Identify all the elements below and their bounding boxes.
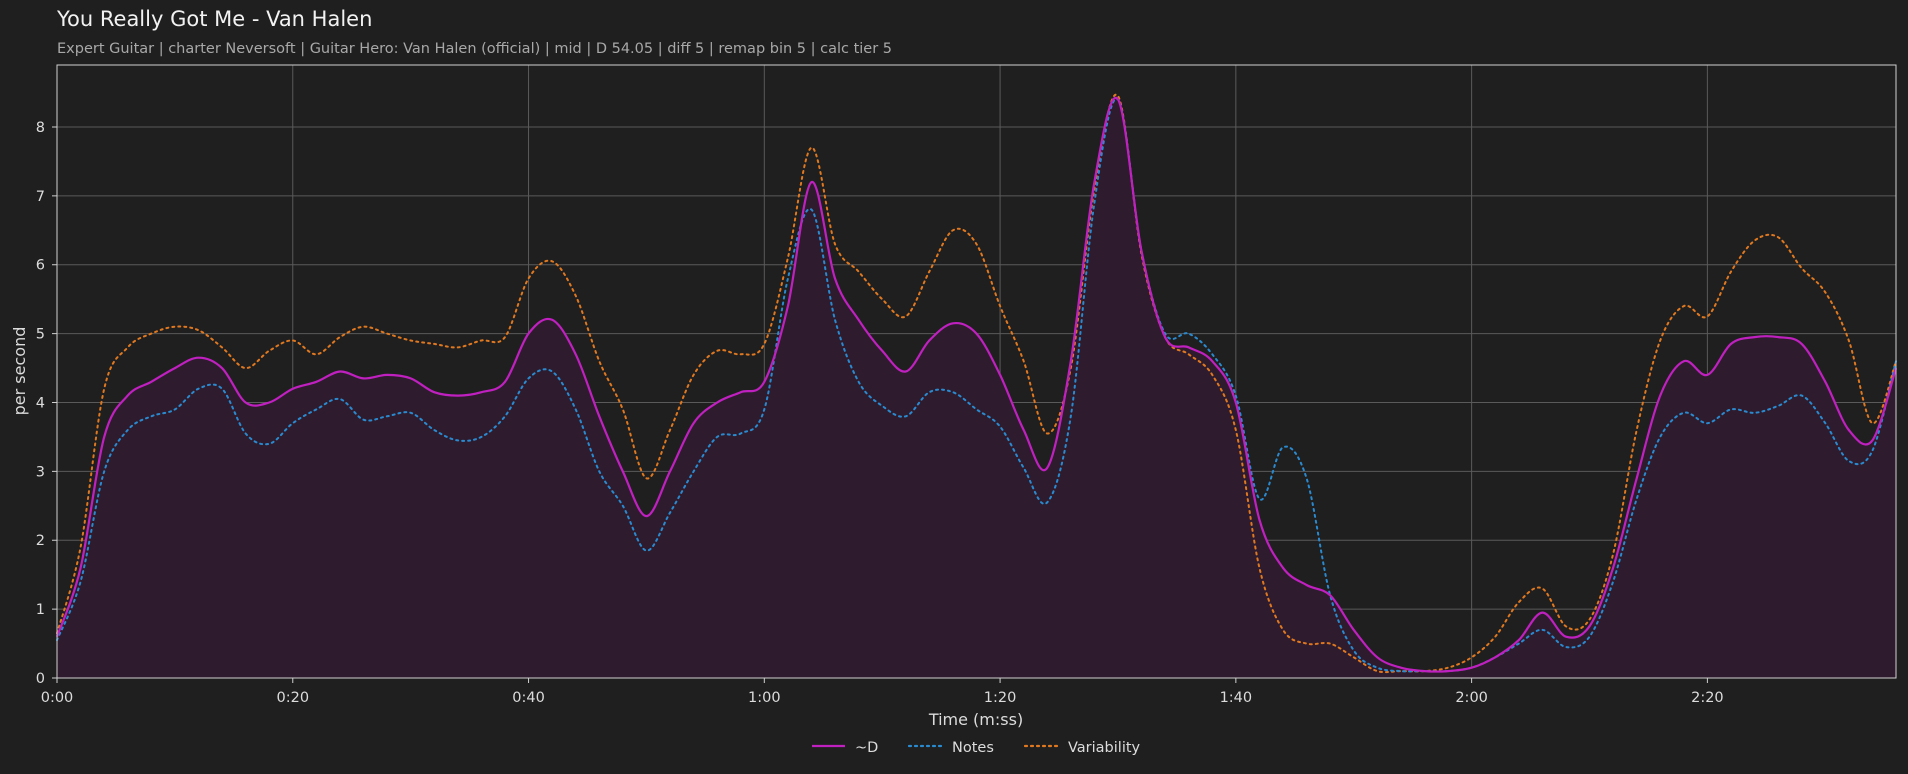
y-tick-label: 8 xyxy=(36,120,45,136)
x-tick-label: 0:40 xyxy=(512,690,545,706)
y-tick-label: 5 xyxy=(36,327,45,343)
y-tick-label: 1 xyxy=(36,602,45,618)
y-tick-label: 4 xyxy=(36,395,45,411)
y-axis-label: per second xyxy=(10,327,29,416)
x-tick-label: 0:20 xyxy=(276,690,309,706)
y-tick-label: 7 xyxy=(36,189,45,205)
x-axis-label: Time (m:ss) xyxy=(928,710,1023,729)
x-tick-label: 2:00 xyxy=(1455,690,1488,706)
line-chart: 0:00 0:20 0:40 1:00 1:20 1:40 2:00 2:20 0 1 2 3 4 5 6 7… xyxy=(10,64,1898,756)
x-tick-label: 2:20 xyxy=(1691,690,1724,706)
y-tick-label: 6 xyxy=(36,258,45,274)
x-tick-label: 1:20 xyxy=(984,690,1017,706)
d-area-fill xyxy=(57,97,1896,679)
legend-label: Notes xyxy=(952,740,994,756)
y-tick-label: 2 xyxy=(36,533,45,549)
legend-label: ~D xyxy=(855,740,878,756)
x-tick-label: 0:00 xyxy=(41,690,74,706)
legend: ~D Notes Variability xyxy=(812,740,1141,756)
x-tick-label: 1:00 xyxy=(748,690,781,706)
x-tick-label: 1:40 xyxy=(1220,690,1253,706)
legend-label: Variability xyxy=(1068,740,1141,756)
y-tick-label: 0 xyxy=(36,671,45,687)
y-tick-label: 3 xyxy=(36,464,45,480)
series-layer xyxy=(55,93,1898,679)
